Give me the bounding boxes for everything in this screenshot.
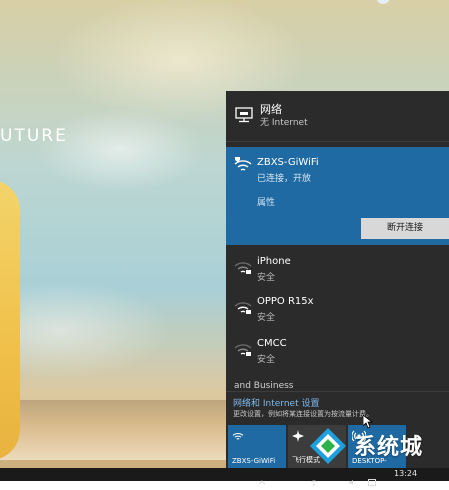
network-name: OPPO R15x bbox=[257, 296, 314, 307]
connected-network-name: ZBXS-GiWiFi bbox=[257, 157, 319, 168]
input-method-tray-icon[interactable] bbox=[368, 471, 376, 486]
airplane-icon bbox=[292, 430, 304, 442]
wifi-tile[interactable]: ZBXS-GiWiFi bbox=[228, 425, 286, 468]
network-security: 安全 bbox=[257, 273, 276, 283]
wifi-secured-icon bbox=[234, 262, 252, 274]
network-settings-description: 更改设置，例如将某连接设置为按流量计费。 bbox=[233, 410, 373, 418]
network-header-status: 无 Internet bbox=[260, 118, 308, 128]
taskbar-clock[interactable]: 13:24 bbox=[394, 469, 417, 478]
network-settings-area: 网络和 Internet 设置 更改设置，例如将某连接设置为按流量计费。 bbox=[226, 391, 449, 426]
connected-network[interactable]: ZBXS-GiWiFi 已连接，开放 属性 断开连接 bbox=[226, 147, 449, 245]
network-item-iphone[interactable]: iPhone 安全 bbox=[226, 249, 449, 287]
network-header[interactable]: 网络 无 Internet bbox=[226, 91, 449, 142]
volume-tray-icon[interactable] bbox=[348, 471, 356, 485]
network-flyout: 网络 无 Internet ZBXS-GiWiFi 已连接，开放 属性 断开连接… bbox=[226, 91, 449, 468]
watermark-text: 系统城 bbox=[354, 435, 424, 460]
wallpaper-character bbox=[0, 180, 20, 460]
network-item-cmcc[interactable]: CMCC 安全 bbox=[226, 331, 449, 369]
wifi-open-icon bbox=[234, 157, 252, 171]
disconnect-button[interactable]: 断开连接 bbox=[361, 218, 449, 239]
network-name: iPhone bbox=[257, 256, 291, 267]
wifi-secured-icon bbox=[234, 302, 252, 314]
mouse-cursor-icon bbox=[363, 415, 373, 429]
wallpaper-shore bbox=[0, 400, 230, 460]
wallpaper-text: UTURE bbox=[0, 126, 68, 146]
wifi-tile-label: ZBXS-GiWiFi bbox=[232, 457, 276, 465]
properties-link[interactable]: 属性 bbox=[257, 195, 275, 208]
network-security: 安全 bbox=[257, 355, 276, 365]
network-item-oppo[interactable]: OPPO R15x 安全 bbox=[226, 289, 449, 327]
connected-network-status: 已连接，开放 bbox=[257, 174, 312, 184]
wifi-secured-icon bbox=[234, 344, 252, 356]
taskbar: 13:24 bbox=[0, 468, 449, 486]
network-tray-icon[interactable] bbox=[310, 471, 318, 486]
network-settings-link[interactable]: 网络和 Internet 设置 bbox=[233, 396, 319, 409]
network-security: 安全 bbox=[257, 313, 276, 323]
tray-chevron-icon[interactable] bbox=[258, 471, 266, 485]
network-item-partial[interactable]: and Business bbox=[234, 381, 293, 389]
ethernet-icon bbox=[235, 107, 253, 123]
watermark: 系统城 bbox=[304, 424, 449, 466]
watermark-logo-icon bbox=[310, 428, 346, 464]
network-name: CMCC bbox=[257, 338, 287, 349]
wifi-icon bbox=[232, 433, 244, 440]
